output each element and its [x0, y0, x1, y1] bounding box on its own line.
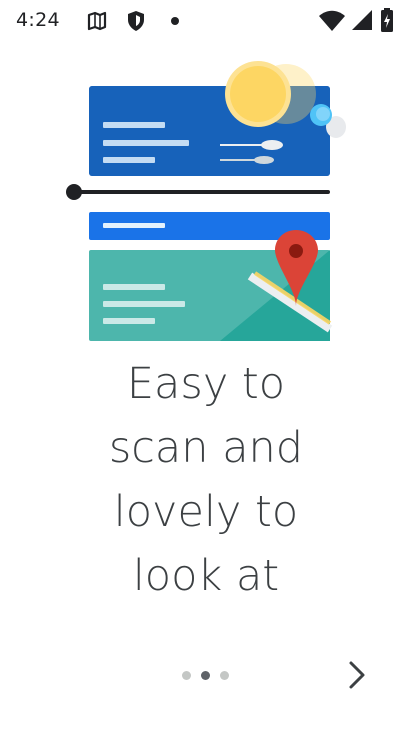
headline-line: lovely to: [113, 487, 299, 537]
slider-knob: [66, 184, 82, 200]
onboarding-headline: Easy to scan and lovely to look at: [0, 352, 412, 608]
page-dot-2-active: [201, 671, 210, 680]
headline-line: look at: [132, 551, 280, 601]
notification-dot-icon: [171, 17, 179, 25]
headline-line: Easy to: [126, 359, 286, 409]
onboarding-illustration: [66, 61, 346, 341]
page-dot-1: [182, 671, 191, 680]
next-button[interactable]: [332, 648, 382, 702]
status-time: 4:24: [16, 9, 60, 31]
shield-icon: [128, 11, 144, 31]
page-indicator: [178, 670, 238, 682]
page-dot-3: [220, 671, 229, 680]
cellular-signal-icon: [352, 10, 372, 30]
chevron-right-icon: [349, 661, 365, 689]
headline-line: scan and: [108, 423, 304, 473]
wifi-icon: [319, 10, 345, 31]
slider-line: [72, 190, 330, 194]
gps-icon: [87, 11, 107, 31]
battery-icon: [381, 8, 393, 32]
status-bar: 4:24: [0, 0, 412, 44]
